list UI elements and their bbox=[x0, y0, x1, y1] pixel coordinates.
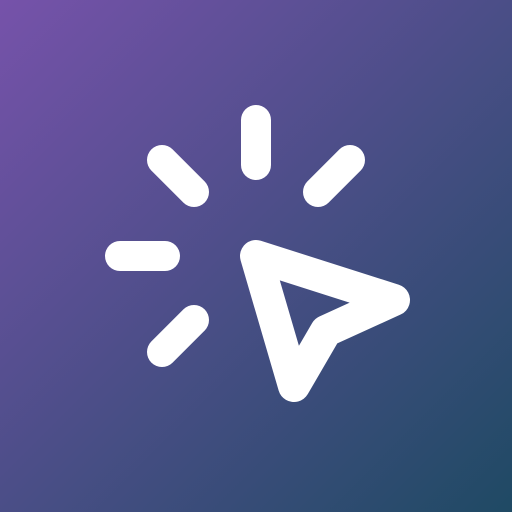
click-cursor-icon bbox=[0, 0, 512, 512]
app-icon bbox=[0, 0, 512, 512]
